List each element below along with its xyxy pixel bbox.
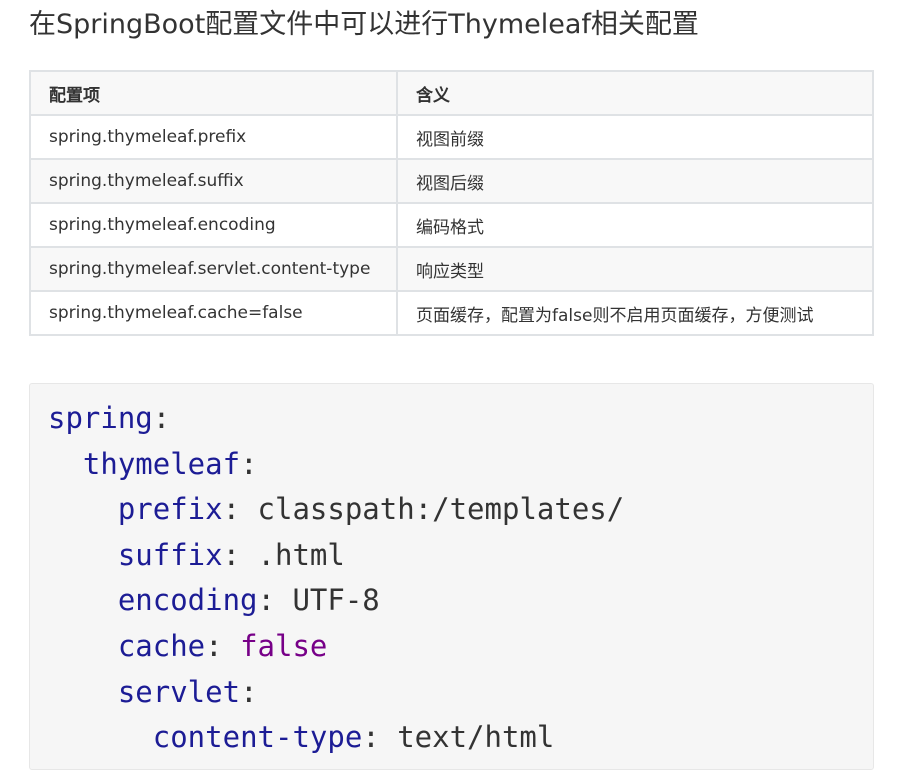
yaml-value: UTF-8 bbox=[292, 583, 380, 618]
header-config-item: 配置项 bbox=[29, 70, 398, 116]
code-line: prefix: classpath:/templates/ bbox=[48, 487, 855, 533]
code-line: servlet: bbox=[48, 670, 855, 716]
yaml-key: servlet bbox=[117, 674, 241, 709]
yaml-key: encoding bbox=[117, 583, 258, 618]
yaml-colon: : bbox=[152, 401, 171, 435]
table-cell-config: spring.thymeleaf.suffix bbox=[29, 158, 398, 204]
yaml-key: cache bbox=[117, 628, 206, 663]
table-row: spring.thymeleaf.suffix 视图后缀 bbox=[29, 158, 874, 204]
table-cell-meaning: 编码格式 bbox=[396, 202, 874, 248]
yaml-code-block[interactable]: spring: thymeleaf: prefix: classpath:/te… bbox=[29, 383, 874, 770]
code-line: encoding: UTF-8 bbox=[48, 578, 855, 624]
code-line: cache: false bbox=[48, 624, 855, 670]
yaml-key: thymeleaf bbox=[82, 446, 241, 481]
table-row: spring.thymeleaf.encoding 编码格式 bbox=[29, 202, 874, 248]
table-cell-config: spring.thymeleaf.servlet.content-type bbox=[29, 246, 398, 292]
table-cell-config: spring.thymeleaf.cache=false bbox=[29, 290, 398, 336]
table-cell-meaning: 响应类型 bbox=[396, 246, 874, 292]
yaml-colon: : bbox=[205, 628, 223, 663]
yaml-key: prefix bbox=[117, 492, 223, 527]
yaml-value: text/html bbox=[397, 720, 555, 755]
code-line: content-type: text/html bbox=[48, 715, 855, 761]
table-cell-config: spring.thymeleaf.encoding bbox=[29, 202, 398, 248]
table-row: spring.thymeleaf.servlet.content-type 响应… bbox=[29, 246, 874, 292]
yaml-key: suffix bbox=[117, 537, 223, 572]
table-cell-meaning: 视图后缀 bbox=[396, 158, 874, 204]
header-meaning: 含义 bbox=[396, 70, 874, 116]
code-line: thymeleaf: bbox=[48, 442, 855, 488]
table-header-row: 配置项 含义 bbox=[29, 70, 874, 116]
yaml-colon: : bbox=[240, 674, 258, 709]
table-cell-config: spring.thymeleaf.prefix bbox=[29, 114, 398, 160]
config-table: 配置项 含义 spring.thymeleaf.prefix 视图前缀 spri… bbox=[29, 70, 874, 336]
yaml-colon: : bbox=[222, 537, 241, 572]
table-row: spring.thymeleaf.cache=false 页面缓存，配置为fal… bbox=[29, 290, 874, 336]
code-lines: spring: thymeleaf: prefix: classpath:/te… bbox=[48, 396, 855, 761]
code-line: spring: bbox=[48, 396, 855, 442]
yaml-value: false bbox=[240, 628, 328, 663]
yaml-colon: : bbox=[362, 720, 380, 755]
table-row: spring.thymeleaf.prefix 视图前缀 bbox=[29, 114, 874, 160]
table-cell-meaning: 页面缓存，配置为false则不启用页面缓存，方便测试 bbox=[396, 290, 874, 336]
yaml-colon: : bbox=[257, 583, 275, 618]
yaml-colon: : bbox=[222, 492, 241, 527]
yaml-value: .html bbox=[257, 537, 345, 572]
page-title: 在SpringBoot配置文件中可以进行Thymeleaf相关配置 bbox=[29, 9, 699, 40]
yaml-key: content-type bbox=[152, 720, 363, 755]
code-line: suffix: .html bbox=[48, 533, 855, 579]
yaml-value: classpath:/templates/ bbox=[257, 492, 625, 527]
table-cell-meaning: 视图前缀 bbox=[396, 114, 874, 160]
yaml-colon: : bbox=[240, 446, 258, 481]
yaml-key: spring bbox=[48, 401, 153, 435]
